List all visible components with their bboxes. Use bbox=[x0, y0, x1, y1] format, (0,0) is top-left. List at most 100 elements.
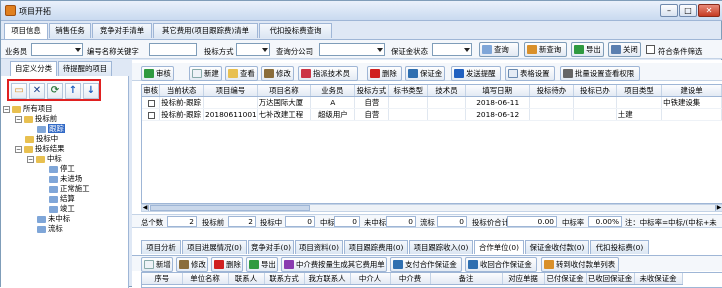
col-header[interactable]: 联系人 bbox=[228, 273, 265, 285]
delete-button[interactable]: 删除 bbox=[367, 66, 402, 81]
col-header[interactable]: 序号 bbox=[142, 273, 183, 285]
detail-edit-button[interactable]: 修改 bbox=[176, 257, 208, 272]
col-header[interactable]: 我方联系人 bbox=[304, 273, 351, 285]
scroll-right-icon[interactable]: ▶ bbox=[715, 205, 722, 211]
tab-withheld-bid-fee[interactable]: 代扣投标费(0) bbox=[590, 240, 649, 254]
tree-node-failed[interactable]: 流标 bbox=[37, 224, 63, 234]
tab-progress[interactable]: 项目进展情况(0) bbox=[182, 240, 247, 254]
refresh-icon[interactable]: ⟳ bbox=[47, 83, 63, 99]
tab-custom-category[interactable]: 自定义分类 bbox=[10, 61, 57, 76]
col-header[interactable]: 联系方式 bbox=[264, 273, 305, 285]
horizontal-scrollbar[interactable]: ◀ ▶ bbox=[141, 204, 722, 212]
scroll-left-icon[interactable]: ◀ bbox=[142, 205, 149, 211]
tree-node-completed[interactable]: 竣工 bbox=[49, 204, 75, 214]
col-header[interactable]: 填写日期 bbox=[465, 85, 530, 97]
tab-competitor[interactable]: 竞争对手(0) bbox=[248, 240, 294, 254]
collapse-icon[interactable]: − bbox=[15, 145, 22, 153]
batch-permission-button[interactable]: 批量设置查看权限 bbox=[560, 66, 640, 81]
col-header[interactable]: 标书类型 bbox=[388, 85, 429, 97]
collapse-icon[interactable]: − bbox=[3, 105, 10, 113]
col-header[interactable]: 投标待办 bbox=[529, 85, 575, 97]
col-header[interactable]: 已收回保证金 bbox=[586, 273, 635, 285]
generate-expense-button[interactable]: 中介费按量生成其它费用单 bbox=[281, 257, 387, 272]
collapse-icon[interactable]: − bbox=[27, 155, 34, 163]
table-settings-button[interactable]: 表格设置 bbox=[505, 66, 555, 81]
col-header[interactable]: 审核 bbox=[142, 85, 161, 97]
maximize-button[interactable]: □ bbox=[679, 4, 697, 17]
tab-tracking-income[interactable]: 项目跟踪收入(0) bbox=[409, 240, 473, 254]
col-header[interactable]: 项目类型 bbox=[616, 85, 663, 97]
tree-node-during-bid[interactable]: 投标中 bbox=[25, 134, 58, 144]
col-header[interactable]: 投标方式 bbox=[354, 85, 390, 97]
salesperson-select[interactable] bbox=[31, 43, 83, 56]
delete-icon[interactable]: ✕ bbox=[29, 83, 45, 99]
col-header[interactable]: 技术员 bbox=[427, 85, 466, 97]
new-query-button[interactable]: 新查询 bbox=[524, 42, 567, 57]
tab-project-info[interactable]: 项目信息 bbox=[4, 23, 48, 39]
collapse-icon[interactable]: − bbox=[15, 115, 22, 123]
tab-bid-fee-query[interactable]: 代扣投标费查询 bbox=[259, 23, 332, 38]
col-header[interactable]: 建设单 bbox=[661, 85, 722, 97]
tree-node-stopped[interactable]: 停工 bbox=[49, 164, 75, 174]
col-header[interactable]: 当前状态 bbox=[159, 85, 204, 97]
tree-node-not-won[interactable]: 未中标 bbox=[37, 214, 70, 224]
review-button[interactable]: 审核 bbox=[141, 66, 174, 81]
send-reminder-button[interactable]: 发送提醒 bbox=[451, 66, 501, 81]
new-button[interactable]: 新建 bbox=[189, 66, 222, 81]
bid-method-select[interactable] bbox=[236, 43, 270, 56]
tab-project-docs[interactable]: 项目资料(0) bbox=[295, 240, 343, 254]
tab-tracking-costs[interactable]: 项目跟踪费用(0) bbox=[344, 240, 408, 254]
tree-node-settlement[interactable]: 结算 bbox=[49, 194, 75, 204]
col-header[interactable]: 投标已办 bbox=[573, 85, 617, 97]
col-header[interactable]: 项目编号 bbox=[203, 85, 258, 97]
tab-deposit-payments[interactable]: 保证金收付款(0) bbox=[525, 240, 589, 254]
review-checkbox[interactable] bbox=[147, 111, 155, 119]
review-checkbox[interactable] bbox=[147, 99, 155, 107]
col-header[interactable]: 未收保证金 bbox=[634, 273, 683, 285]
tree-node-bid-result[interactable]: − 投标结果 bbox=[15, 144, 65, 154]
transfer-list-button[interactable]: 转到收付款单列表 bbox=[541, 257, 619, 272]
table-row[interactable]: 投标前-跟踪 万达国际大厦 A 自营 2018-06-11 中铁建设集 bbox=[142, 96, 722, 109]
tree-node-all[interactable]: − 所有项目 bbox=[3, 104, 53, 114]
col-header[interactable]: 项目名称 bbox=[257, 85, 311, 97]
query-button[interactable]: 查询 bbox=[479, 42, 519, 57]
deposit-button[interactable]: 保证金 bbox=[405, 66, 445, 81]
export-button[interactable]: 导出 bbox=[571, 42, 604, 57]
close-window-button[interactable]: ✕ bbox=[698, 4, 720, 17]
number-keyword-input[interactable] bbox=[149, 43, 197, 56]
close-button[interactable]: 关闭 bbox=[608, 42, 641, 57]
col-header[interactable]: 备注 bbox=[430, 273, 503, 285]
deposit-status-select[interactable] bbox=[432, 43, 472, 56]
minimize-button[interactable]: – bbox=[660, 4, 678, 17]
detail-new-button[interactable]: 新增 bbox=[141, 257, 173, 272]
col-header[interactable]: 中介费 bbox=[390, 273, 431, 285]
col-header[interactable]: 对应单据 bbox=[502, 273, 545, 285]
tab-other-expenses[interactable]: 其它费用(项目跟踪费)清单 bbox=[153, 23, 258, 38]
match-checkbox[interactable] bbox=[646, 45, 655, 54]
col-header[interactable]: 单位名称 bbox=[182, 273, 229, 285]
move-down-icon[interactable]: ↓ bbox=[83, 83, 99, 99]
scroll-thumb[interactable] bbox=[150, 205, 310, 211]
col-header[interactable]: 已付保证金 bbox=[544, 273, 587, 285]
tree-node-not-entered[interactable]: 未进场 bbox=[49, 174, 82, 184]
tab-competitors[interactable]: 竞争对手清单 bbox=[92, 23, 152, 38]
move-up-icon[interactable]: ↑ bbox=[65, 83, 81, 99]
col-header[interactable]: 中介人 bbox=[350, 273, 391, 285]
recover-deposit-button[interactable]: 收回合作保证金 bbox=[465, 257, 537, 272]
edit-button[interactable]: 修改 bbox=[261, 66, 294, 81]
tree-node-normal-construction[interactable]: 正常施工 bbox=[49, 184, 90, 194]
tab-sales-task[interactable]: 销售任务 bbox=[49, 23, 91, 38]
tab-partners[interactable]: 合作单位(0) bbox=[474, 240, 524, 254]
tree-node-won[interactable]: − 中标 bbox=[27, 154, 62, 164]
tab-pending-reminder[interactable]: 待提醒的项目 bbox=[58, 61, 112, 76]
table-row[interactable]: 投标前-跟踪 20180611001 七补改建工程 超级用户 自营 2018-0… bbox=[142, 108, 722, 121]
detail-delete-button[interactable]: 删除 bbox=[211, 257, 243, 272]
col-header[interactable]: 业务员 bbox=[310, 85, 355, 97]
tree-node-tracking[interactable]: 跟踪 bbox=[37, 124, 65, 134]
folder-icon[interactable]: ▭ bbox=[11, 83, 27, 99]
assign-technician-button[interactable]: 指派技术员 bbox=[298, 66, 358, 81]
detail-export-button[interactable]: 导出 bbox=[246, 257, 278, 272]
tree-node-before-bid[interactable]: − 投标前 bbox=[15, 114, 57, 124]
view-button[interactable]: 查看 bbox=[225, 66, 258, 81]
tab-project-analysis[interactable]: 项目分析 bbox=[141, 240, 181, 254]
